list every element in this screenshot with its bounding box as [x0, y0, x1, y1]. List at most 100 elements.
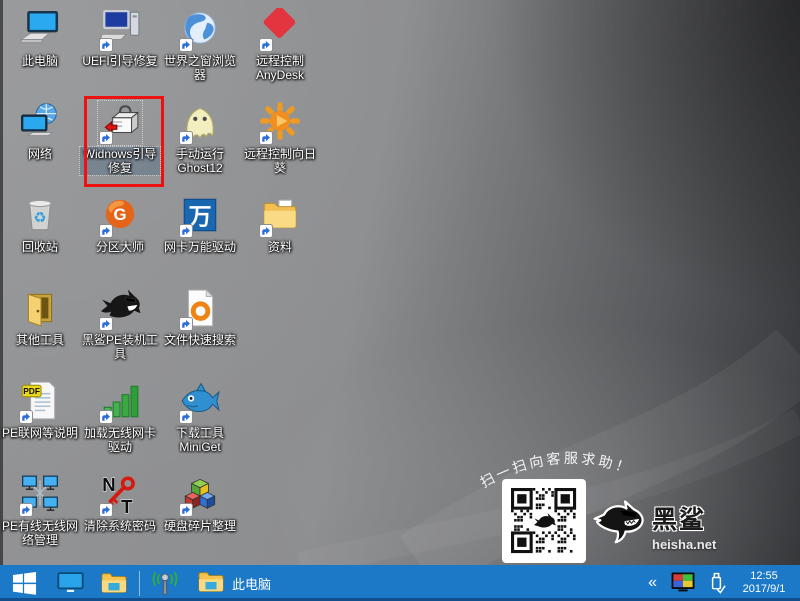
svg-text:G: G: [113, 205, 126, 224]
ntkey-icon: NT: [98, 473, 142, 517]
desktop-icon-toolbox[interactable]: Widnows引导修复: [80, 101, 160, 191]
desktop-icon-label: 手动运行Ghost12: [160, 147, 240, 175]
toolbox-icon: [98, 101, 142, 145]
shortcut-arrow-badge: [19, 503, 33, 517]
wireless-antenna-icon: [152, 570, 178, 596]
shark-icon: [98, 287, 142, 331]
shortcut-arrow-badge: [259, 131, 273, 145]
desktop-icon-label: UEFI引导修复: [80, 54, 160, 68]
desktop-icon-lan[interactable]: PE有线无线网络管理: [0, 473, 80, 563]
desktop-icon-label: 其他工具: [0, 333, 80, 347]
desktop-icon-wifibars[interactable]: 加载无线网卡驱动: [80, 380, 160, 470]
shortcut-arrow-badge: [19, 410, 33, 424]
desktop-icon-label: Widnows引导修复: [80, 147, 160, 175]
desktop-icon-openfolder[interactable]: 其他工具: [0, 287, 80, 377]
shortcut-arrow-badge: [99, 410, 113, 424]
desktop-icon-label: 此电脑: [0, 54, 80, 68]
desktop-icon-label: 网卡万能驱动: [160, 240, 240, 254]
folder-icon: [100, 571, 128, 595]
desktop-icon-label: 分区大师: [80, 240, 160, 254]
openfolder-icon: [18, 287, 62, 331]
folder-icon: [258, 194, 302, 238]
shortcut-arrow-badge: [179, 317, 193, 331]
desktop-icon-label: 资料: [240, 240, 320, 254]
wireless-tool-button[interactable]: [143, 565, 187, 601]
windows-logo-icon: [12, 571, 37, 596]
screen-left-edge: [0, 0, 3, 565]
desktop-icon-folder[interactable]: 资料: [240, 194, 320, 284]
desktop-icon-shark[interactable]: 黑鲨PE装机工具: [80, 287, 160, 377]
usb-drive-icon: [707, 572, 726, 595]
fish-icon: [178, 380, 222, 424]
svg-text:♻: ♻: [33, 210, 46, 226]
diskgenius-icon: G: [98, 194, 142, 238]
desktop-icon-network[interactable]: 网络: [0, 101, 80, 191]
file-explorer-quicklaunch-button[interactable]: [92, 565, 136, 601]
desktop-icon-label: 网络: [0, 147, 80, 161]
monitor-icon: [57, 571, 84, 595]
desktop-icon-label: 加载无线网卡驱动: [80, 426, 160, 454]
browser-icon: [178, 8, 222, 52]
desktop-icon-label: PE有线无线网络管理: [0, 519, 80, 547]
shortcut-arrow-badge: [99, 131, 113, 145]
shortcut-arrow-badge: [99, 224, 113, 238]
desktop-icon-recycle[interactable]: ♻ 回收站: [0, 194, 80, 284]
shark-logo-icon: [590, 500, 648, 552]
desktop-icon-uefi[interactable]: UEFI引导修复: [80, 8, 160, 98]
task-button-label: 此电脑: [232, 574, 271, 593]
desktop-icon-label: 黑鲨PE装机工具: [80, 333, 160, 361]
desktop-icon-sunflower[interactable]: 远程控制向日葵: [240, 101, 320, 191]
shortcut-arrow-badge: [259, 38, 273, 52]
qr-code: [502, 479, 586, 568]
desktop-icon-ntkey[interactable]: NT 清除系统密码: [80, 473, 160, 563]
system-tray: « 12:55 2017/9/1: [644, 565, 800, 601]
desktop-icon-everything[interactable]: 文件快速搜索: [160, 287, 240, 377]
desktop-icon-computer[interactable]: 此电脑: [0, 8, 80, 98]
desktop-icon-label: 远程控制向日葵: [240, 147, 320, 175]
shortcut-arrow-badge: [99, 317, 113, 331]
svg-text:PDF: PDF: [23, 386, 40, 396]
taskbar-clock[interactable]: 12:55 2017/9/1: [736, 570, 792, 596]
recycle-icon: ♻: [18, 194, 62, 238]
desktop-icon-pdf[interactable]: PDFPE联网等说明: [0, 380, 80, 470]
clock-date: 2017/9/1: [736, 583, 792, 596]
desktop-icon-label: 硬盘碎片整理: [160, 519, 240, 533]
wannet-icon: 万: [178, 194, 222, 238]
defrag-icon: [178, 473, 222, 517]
brand-name: 黑鲨: [652, 500, 716, 536]
clock-time: 12:55: [736, 570, 792, 583]
desktop-icon-defrag[interactable]: 硬盘碎片整理: [160, 473, 240, 563]
desktop-icon-label: 清除系统密码: [80, 519, 160, 533]
desktop-icon-label: 下载工具MiniGet: [160, 426, 240, 454]
desktop-icon-label: 世界之窗浏览器: [160, 54, 240, 82]
computer-icon: [18, 8, 62, 52]
task-button-this-pc[interactable]: 此电脑: [187, 565, 281, 601]
taskbar-separator: [139, 571, 140, 596]
shortcut-arrow-badge: [99, 38, 113, 52]
desktop-icon-ghost[interactable]: 手动运行Ghost12: [160, 101, 240, 191]
display-settings-tray-icon[interactable]: [669, 565, 697, 601]
desktop-icon-wannet[interactable]: 万网卡万能驱动: [160, 194, 240, 284]
shortcut-arrow-badge: [179, 503, 193, 517]
start-button[interactable]: [0, 565, 48, 601]
pdf-icon: PDF: [18, 380, 62, 424]
shortcut-arrow-badge: [179, 38, 193, 52]
desktop-icon-label: 回收站: [0, 240, 80, 254]
display-quicklaunch-button[interactable]: [48, 565, 92, 601]
desktop-icon-diskgenius[interactable]: G 分区大师: [80, 194, 160, 284]
anydesk-icon: [258, 8, 302, 52]
wifibars-icon: [98, 380, 142, 424]
color-display-icon: [671, 572, 695, 594]
shortcut-arrow-badge: [99, 503, 113, 517]
shortcut-arrow-badge: [179, 131, 193, 145]
desktop-icon-label: 远程控制AnyDesk: [240, 54, 320, 82]
everything-icon: [178, 287, 222, 331]
brand-site: heisha.net: [652, 537, 716, 552]
folder-icon: [197, 570, 225, 594]
tray-expand-chevron[interactable]: «: [644, 565, 661, 601]
usb-eject-tray-icon[interactable]: [705, 565, 728, 601]
desktop-icon-anydesk[interactable]: 远程控制AnyDesk: [240, 8, 320, 98]
desktop-icon-browser[interactable]: 世界之窗浏览器: [160, 8, 240, 98]
network-icon: [18, 101, 62, 145]
desktop-icon-fish[interactable]: 下载工具MiniGet: [160, 380, 240, 470]
